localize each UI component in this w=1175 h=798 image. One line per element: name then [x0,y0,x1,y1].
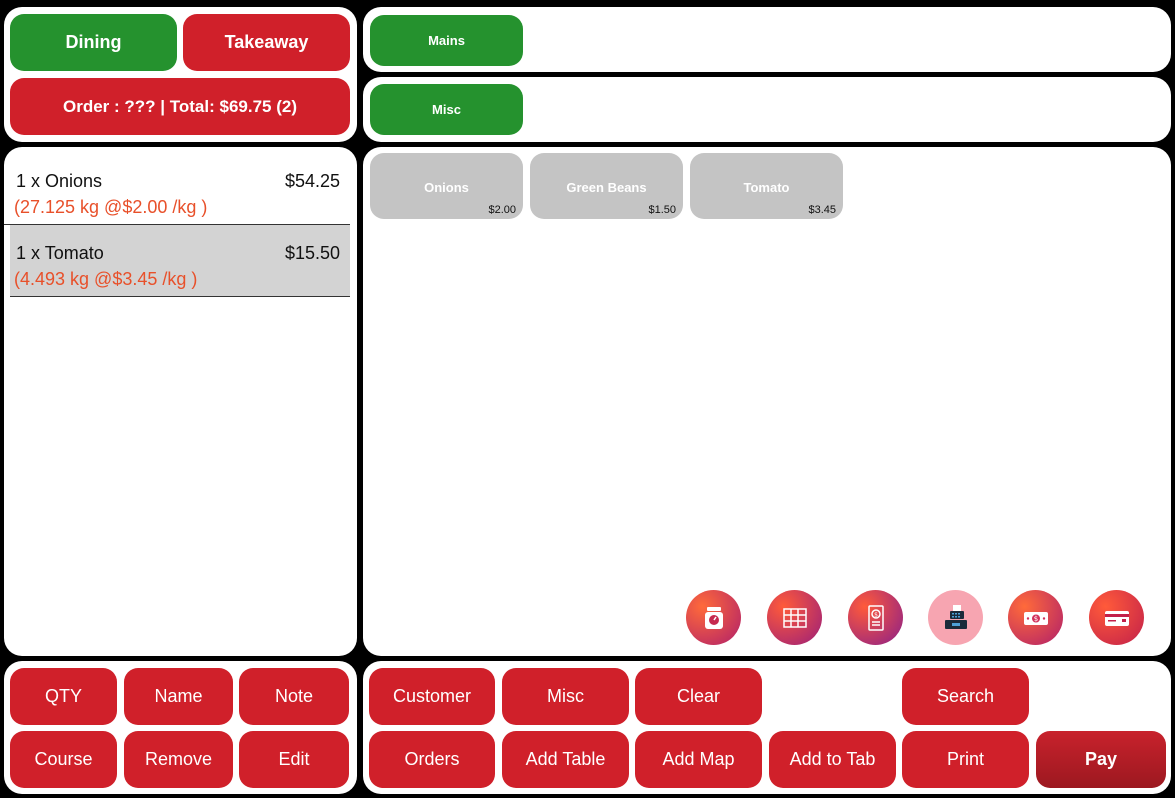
products-panel [363,147,1171,656]
order-item-row[interactable]: 1 x Onions $54.25 (27.125 kg @$2.00 /kg … [4,153,350,225]
order-item-name: 1 x Onions [16,171,103,191]
order-item-detail: (27.125 kg @$2.00 /kg ) [14,197,208,217]
qty-button[interactable]: QTY [10,668,117,725]
product-tile-onions[interactable]: Onions $2.00 [370,153,523,219]
add-table-button[interactable]: Add Table [502,731,629,788]
name-button[interactable]: Name [124,668,233,725]
orders-button[interactable]: Orders [369,731,495,788]
search-button[interactable]: Search [902,668,1029,725]
table-grid-icon[interactable] [767,590,822,645]
product-tile-green-beans[interactable]: Green Beans $1.50 [530,153,683,219]
product-price: $1.50 [648,204,676,216]
scale-icon[interactable] [686,590,741,645]
order-item-price: $54.25 [284,171,340,191]
edit-button[interactable]: Edit [239,731,349,788]
dining-button[interactable]: Dining [10,14,177,71]
category-mains-button[interactable]: Mains [370,15,523,66]
product-name: Green Beans [566,180,647,195]
receipt-dollar-icon[interactable]: $ [848,590,903,645]
credit-card-icon[interactable] [1089,590,1144,645]
product-tile-tomato[interactable]: Tomato $3.45 [690,153,843,219]
cash-register-icon[interactable] [928,590,983,645]
customer-button[interactable]: Customer [369,668,495,725]
product-name: Tomato [743,180,790,195]
clear-button[interactable]: Clear [635,668,762,725]
svg-text:$: $ [1033,615,1037,623]
note-button[interactable]: Note [239,668,349,725]
order-item-price: $15.50 [284,243,340,263]
order-item-name: 1 x Tomato [16,243,104,263]
course-button[interactable]: Course [10,731,117,788]
print-button[interactable]: Print [902,731,1029,788]
order-item-detail: (4.493 kg @$3.45 /kg ) [14,269,198,289]
order-list-panel: 1 x Onions $54.25 (27.125 kg @$2.00 /kg … [4,147,357,656]
order-item-row[interactable]: 1 x Tomato $15.50 (4.493 kg @$3.45 /kg ) [10,225,350,297]
misc-button[interactable]: Misc [502,668,629,725]
takeaway-button[interactable]: Takeaway [183,14,350,71]
add-map-button[interactable]: Add Map [635,731,762,788]
category-misc-button[interactable]: Misc [370,84,523,135]
banknote-icon[interactable]: $ [1008,590,1063,645]
remove-button[interactable]: Remove [124,731,233,788]
order-summary-button[interactable]: Order : ??? | Total: $69.75 (2) [10,78,350,135]
svg-text:$: $ [874,611,878,618]
add-to-tab-button[interactable]: Add to Tab [769,731,896,788]
product-price: $2.00 [488,204,516,216]
product-price: $3.45 [808,204,836,216]
product-name: Onions [424,180,469,195]
pay-button[interactable]: Pay [1036,731,1166,788]
